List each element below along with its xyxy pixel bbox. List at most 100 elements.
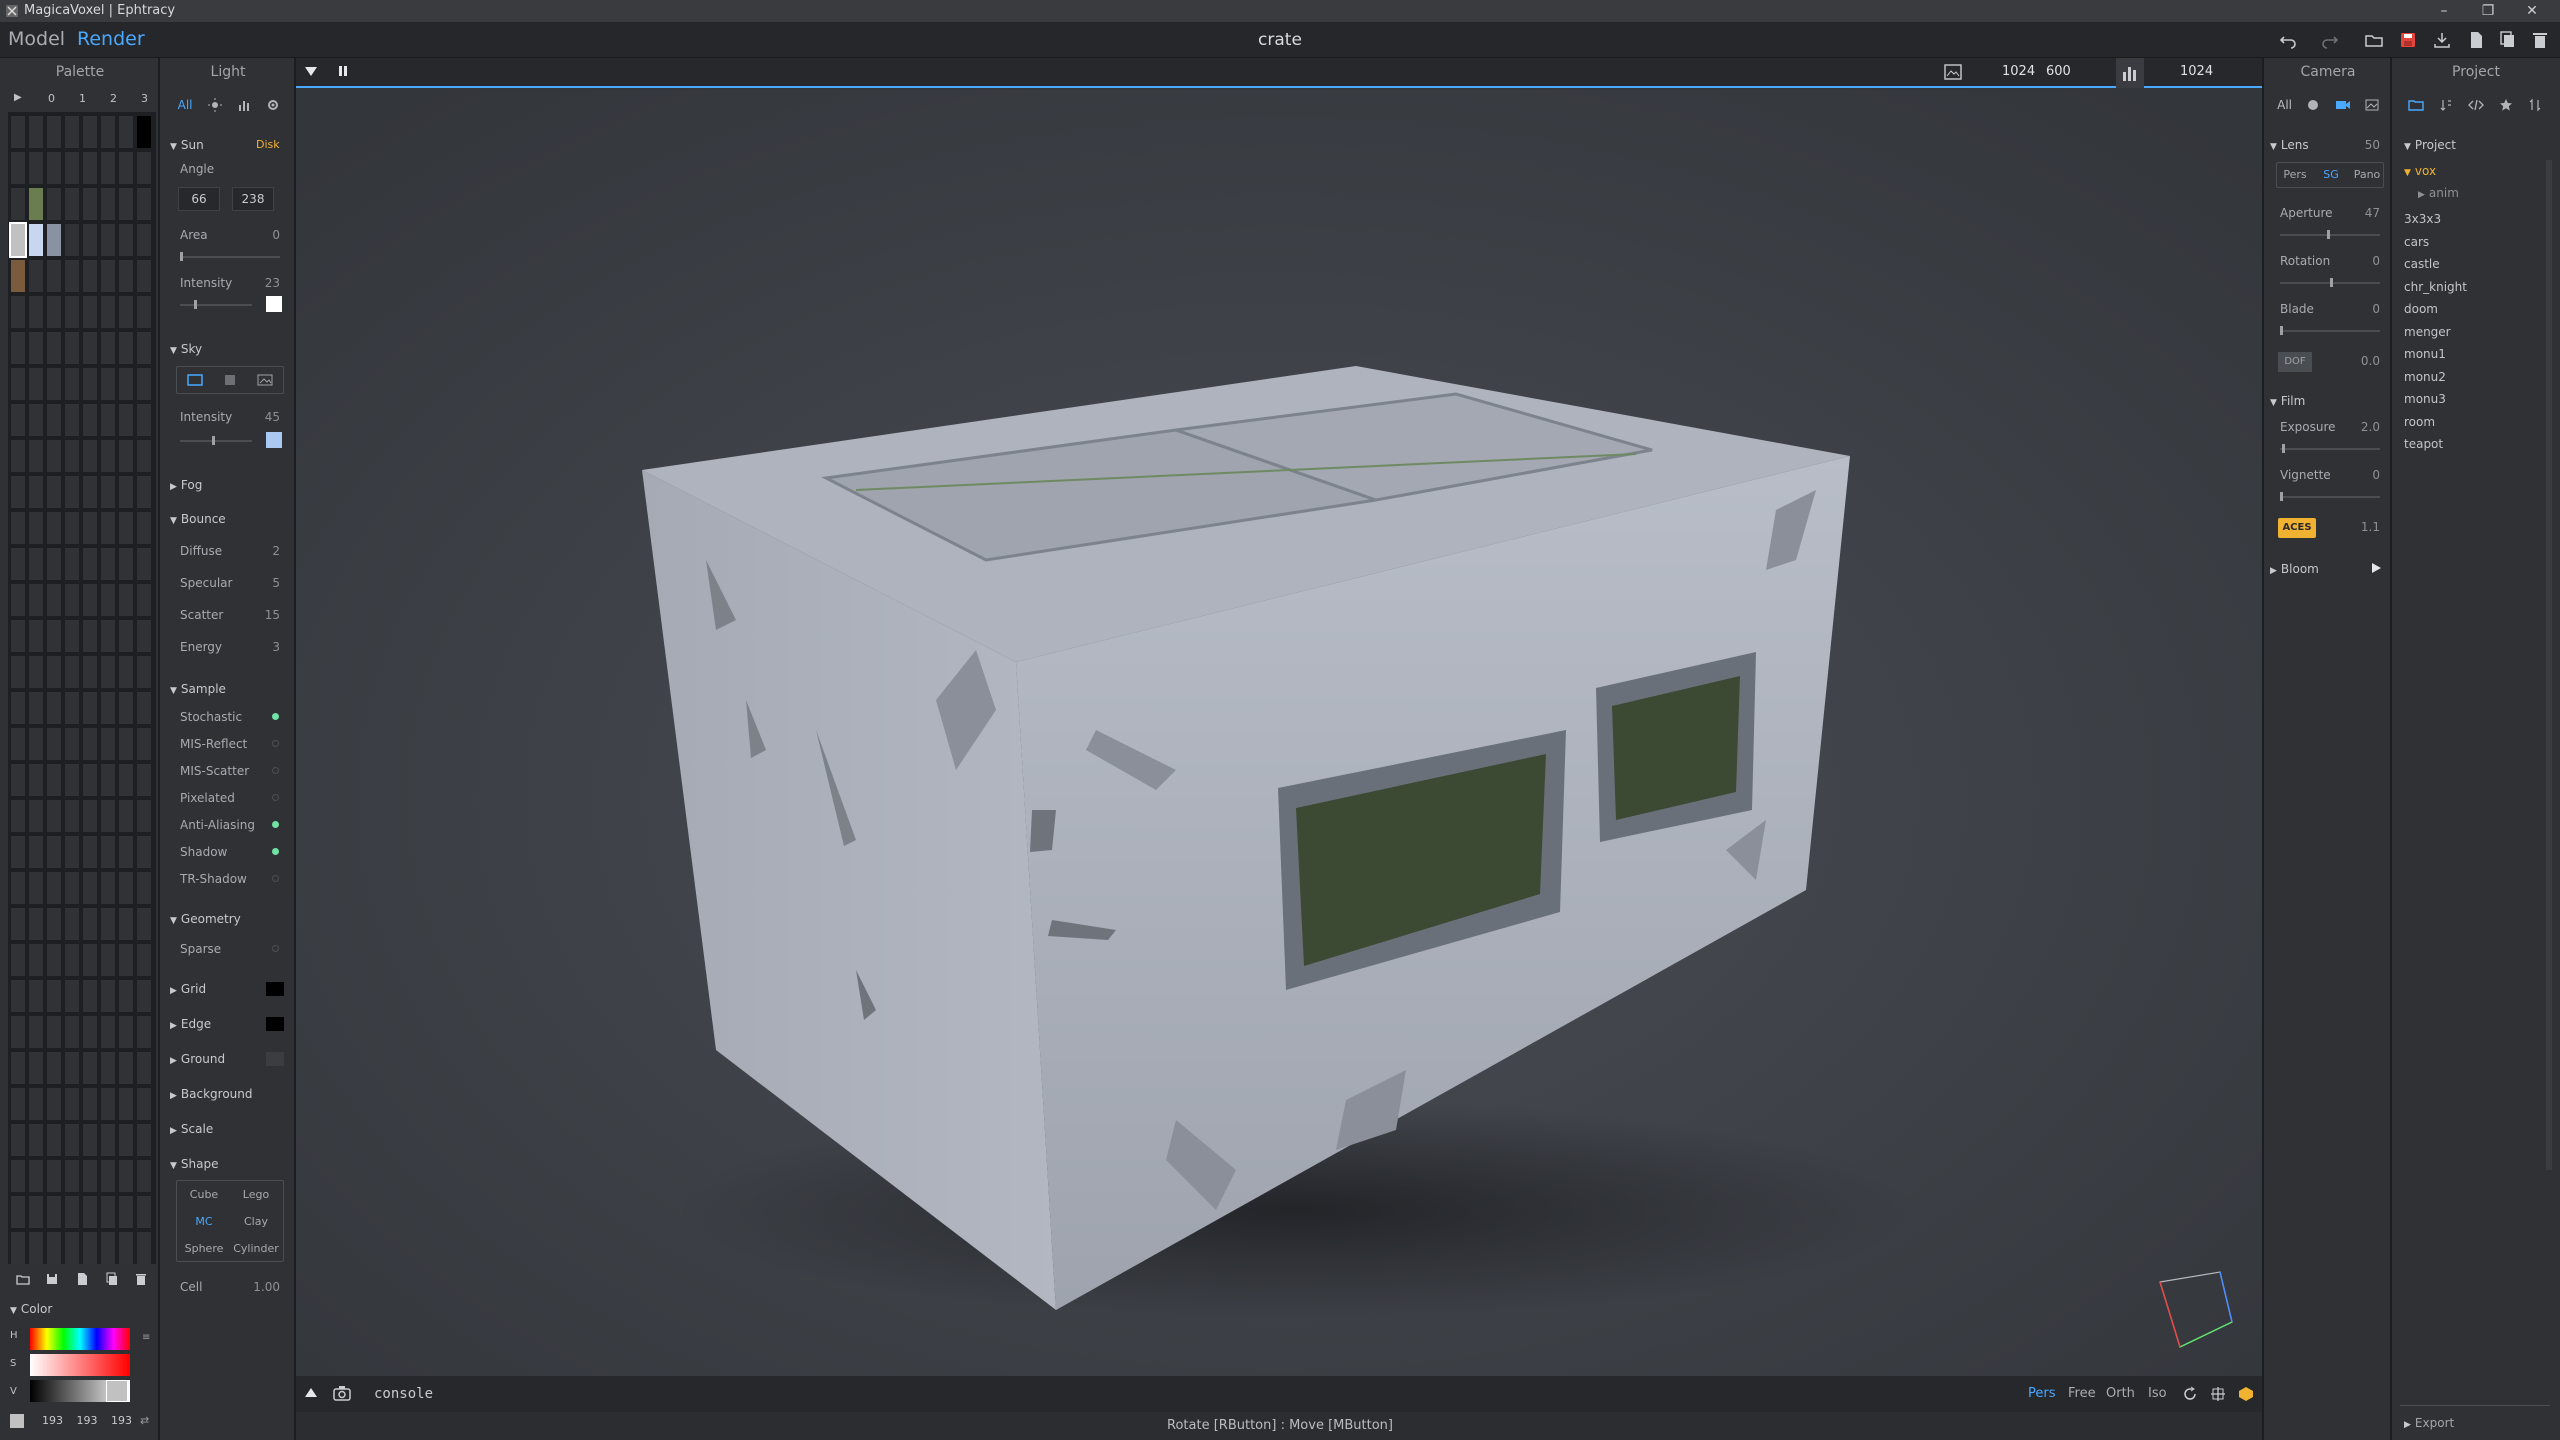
- lens-pano-option[interactable]: Pano: [2350, 168, 2384, 181]
- palette-cell[interactable]: [47, 944, 61, 976]
- palette-cell[interactable]: [47, 548, 61, 580]
- palette-page-3[interactable]: 3: [141, 92, 148, 105]
- palette-cell[interactable]: [29, 116, 43, 148]
- palette-delete-icon[interactable]: [134, 1272, 148, 1292]
- samples-chart-icon[interactable]: [2116, 58, 2144, 88]
- palette-cell[interactable]: [47, 512, 61, 544]
- palette-cell[interactable]: [101, 404, 115, 436]
- palette-cell[interactable]: [83, 584, 97, 616]
- palette-cell[interactable]: [119, 728, 133, 760]
- view-mode-pers[interactable]: Pers: [2028, 1386, 2056, 1401]
- palette-cell[interactable]: [137, 152, 151, 184]
- orientation-cube-gizmo[interactable]: [2140, 1262, 2240, 1362]
- palette-cell[interactable]: [47, 476, 61, 508]
- palette-cell[interactable]: [119, 332, 133, 364]
- palette-cell[interactable]: [101, 836, 115, 868]
- open-folder-icon[interactable]: [2364, 30, 2384, 50]
- palette-cell[interactable]: [137, 188, 151, 220]
- dof-value[interactable]: 0.0: [2330, 354, 2380, 368]
- palette-cell[interactable]: [11, 1160, 25, 1192]
- mis-scatter-toggle[interactable]: [272, 767, 279, 774]
- palette-cell[interactable]: [101, 656, 115, 688]
- project-scrollbar[interactable]: [2546, 160, 2552, 1170]
- frame-view-icon[interactable]: [2210, 1386, 2226, 1402]
- palette-copy-icon[interactable]: [105, 1272, 119, 1292]
- palette-cell[interactable]: [83, 296, 97, 328]
- shape-sphere-option[interactable]: Sphere: [180, 1242, 228, 1255]
- swap-icon[interactable]: ⇄: [140, 1414, 149, 1427]
- palette-color-grid[interactable]: [8, 112, 156, 1264]
- palette-cell[interactable]: [101, 1232, 115, 1264]
- palette-cell[interactable]: [137, 512, 151, 544]
- render-preset-icon[interactable]: [2238, 1386, 2254, 1402]
- palette-cell[interactable]: [119, 548, 133, 580]
- palette-cell[interactable]: [47, 152, 61, 184]
- palette-cell[interactable]: [11, 728, 25, 760]
- palette-cell[interactable]: [119, 404, 133, 436]
- film-section-header[interactable]: ▼ Film: [2270, 394, 2305, 408]
- palette-save-icon[interactable]: [45, 1272, 59, 1292]
- palette-cell[interactable]: [101, 476, 115, 508]
- palette-cell[interactable]: [83, 764, 97, 796]
- palette-cell[interactable]: [137, 656, 151, 688]
- sample-count[interactable]: 1024: [2180, 64, 2213, 79]
- sun-intensity-slider[interactable]: [180, 300, 252, 309]
- palette-cell[interactable]: [29, 1088, 43, 1120]
- palette-cell[interactable]: [9, 222, 27, 258]
- palette-cell[interactable]: [83, 1232, 97, 1264]
- shape-clay-option[interactable]: Clay: [232, 1215, 280, 1228]
- palette-cell[interactable]: [137, 404, 151, 436]
- palette-cell[interactable]: [11, 1232, 25, 1264]
- palette-cell[interactable]: [29, 332, 43, 364]
- palette-cell[interactable]: [65, 368, 79, 400]
- palette-cell[interactable]: [65, 1016, 79, 1048]
- palette-cell[interactable]: [137, 836, 151, 868]
- palette-cell[interactable]: [101, 548, 115, 580]
- render-height[interactable]: 600: [2046, 64, 2071, 79]
- download-icon[interactable]: [2432, 30, 2452, 50]
- sky-intensity-slider[interactable]: [180, 436, 252, 445]
- palette-cell[interactable]: [11, 440, 25, 472]
- palette-cell[interactable]: [119, 1088, 133, 1120]
- render-scene[interactable]: [296, 90, 2264, 1378]
- palette-cell[interactable]: [11, 404, 25, 436]
- palette-cell[interactable]: [137, 800, 151, 832]
- project-file-item[interactable]: 3x3x3: [2404, 208, 2554, 231]
- palette-cell[interactable]: [83, 440, 97, 472]
- palette-cell[interactable]: [47, 368, 61, 400]
- bounce-section-header[interactable]: ▼ Bounce: [170, 512, 226, 526]
- palette-cell[interactable]: [65, 116, 79, 148]
- palette-cell[interactable]: [101, 152, 115, 184]
- palette-cell[interactable]: [29, 728, 43, 760]
- palette-cell[interactable]: [101, 260, 115, 292]
- palette-cell[interactable]: [101, 1088, 115, 1120]
- cell-value[interactable]: 1.00: [236, 1280, 280, 1294]
- palette-cell[interactable]: [11, 296, 25, 328]
- palette-cell[interactable]: [47, 188, 61, 220]
- render-width[interactable]: 1024: [2002, 64, 2035, 79]
- palette-cell[interactable]: [47, 692, 61, 724]
- project-file-item[interactable]: monu3: [2404, 388, 2554, 411]
- sky-intensity-value[interactable]: 45: [240, 410, 280, 424]
- undo-icon[interactable]: [2278, 30, 2298, 50]
- palette-cell[interactable]: [65, 944, 79, 976]
- hue-slider[interactable]: [30, 1328, 130, 1350]
- export-section-header[interactable]: ▶ Export: [2404, 1416, 2454, 1430]
- bloom-play-icon[interactable]: [2370, 562, 2382, 574]
- palette-cell[interactable]: [83, 908, 97, 940]
- palette-cell[interactable]: [47, 1124, 61, 1156]
- palette-cell[interactable]: [65, 1196, 79, 1228]
- sun-angle-1-input[interactable]: 66: [178, 187, 220, 211]
- palette-cell[interactable]: [101, 1160, 115, 1192]
- shape-cube-option[interactable]: Cube: [180, 1188, 228, 1201]
- palette-cell[interactable]: [137, 1124, 151, 1156]
- palette-cell[interactable]: [65, 1232, 79, 1264]
- palette-cell[interactable]: [83, 620, 97, 652]
- palette-cell[interactable]: [83, 692, 97, 724]
- palette-open-icon[interactable]: [16, 1272, 30, 1292]
- fog-section-header[interactable]: ▶ Fog: [170, 478, 202, 492]
- vignette-value[interactable]: 0: [2330, 468, 2380, 482]
- palette-cell[interactable]: [47, 764, 61, 796]
- project-file-item[interactable]: room: [2404, 411, 2554, 434]
- palette-cell[interactable]: [137, 584, 151, 616]
